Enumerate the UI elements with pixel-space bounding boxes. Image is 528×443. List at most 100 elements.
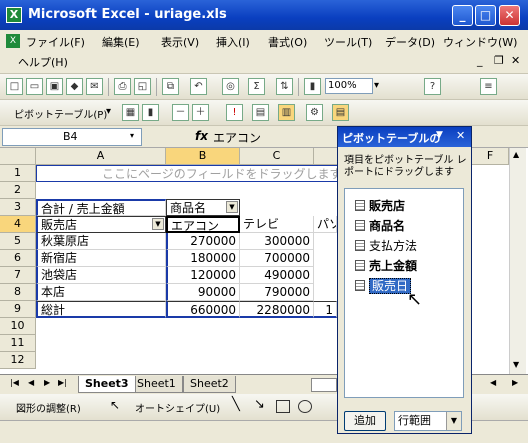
format-report-icon[interactable]: ▦ — [122, 104, 139, 121]
sheet-tab[interactable]: Sheet2 — [183, 376, 236, 393]
column-header-a[interactable]: A — [36, 148, 166, 165]
email-icon[interactable]: ✉ — [86, 78, 103, 95]
field-item[interactable]: 商品名 — [355, 217, 405, 234]
area-select-dropdown-icon[interactable]: ▼ — [446, 412, 461, 430]
cell-a6[interactable]: 新宿店 — [36, 250, 166, 267]
spreadsheet-grid[interactable]: A B C D 1 2 3 4 5 6 7 8 9 10 11 12 ここにペー… — [0, 148, 337, 374]
add-to-button[interactable]: 追加 — [344, 411, 386, 431]
area-select[interactable]: 行範囲 ▼ — [394, 411, 462, 431]
row-header[interactable]: 4 — [0, 216, 36, 233]
name-box[interactable]: B4 — [2, 128, 142, 146]
formula-input[interactable]: エアコン — [213, 129, 261, 146]
show-detail-icon[interactable]: ＋ — [192, 104, 209, 121]
column-header-d[interactable]: D — [314, 148, 337, 165]
cell-d4[interactable]: パソ — [314, 216, 337, 233]
maximize-button[interactable]: □ — [475, 5, 496, 26]
panel-close-icon[interactable]: ✕ — [456, 129, 465, 142]
field-list-icon[interactable]: ▤ — [332, 104, 349, 121]
scroll-right-icon[interactable]: ▶ — [512, 378, 518, 387]
column-header-c[interactable]: C — [240, 148, 314, 165]
row-field-dropdown-icon[interactable]: ▼ — [152, 218, 164, 230]
row-header[interactable]: 3 — [0, 199, 36, 216]
first-sheet-icon[interactable]: |◀ — [10, 378, 19, 387]
row-header[interactable]: 7 — [0, 267, 36, 284]
copy-icon[interactable]: ⧉ — [162, 78, 179, 95]
help-icon[interactable]: ? — [424, 78, 441, 95]
scroll-left-icon[interactable]: ◀ — [490, 378, 496, 387]
pivot-panel-title-bar[interactable]: ピボットテーブルの ▼ ✕ — [338, 127, 471, 147]
cell-b9[interactable]: 660000 — [166, 301, 240, 318]
data-field-label[interactable]: 合計 / 売上金額 — [36, 199, 166, 216]
cell-d9[interactable]: 1 — [314, 301, 337, 318]
oval-icon[interactable] — [298, 400, 312, 413]
menu-edit[interactable]: 編集(E) — [102, 34, 140, 50]
undo-icon[interactable]: ↶ — [190, 78, 207, 95]
chart-wizard-icon[interactable]: ▮ — [304, 78, 321, 95]
cell-c7[interactable]: 490000 — [240, 267, 314, 284]
menu-insert[interactable]: 挿入(I) — [216, 34, 250, 50]
horizontal-scrollbar[interactable] — [311, 378, 337, 392]
select-all-corner[interactable] — [0, 148, 36, 165]
insert-function-icon[interactable]: fx — [195, 129, 208, 143]
row-header[interactable]: 5 — [0, 233, 36, 250]
print-icon[interactable]: ⎙ — [114, 78, 131, 95]
zoom-dropdown-icon[interactable]: ▾ — [374, 80, 379, 91]
cell-a8[interactable]: 本店 — [36, 284, 166, 301]
last-sheet-icon[interactable]: ▶| — [58, 378, 67, 387]
line-icon[interactable]: ╲ — [232, 397, 240, 412]
pivot-menu[interactable]: ピボットテーブル(P) — [14, 106, 107, 121]
always-display-icon[interactable]: ▥ — [278, 104, 295, 121]
next-sheet-icon[interactable]: ▶ — [44, 378, 50, 387]
cell-b7[interactable]: 120000 — [166, 267, 240, 284]
row-header[interactable]: 6 — [0, 250, 36, 267]
doc-restore-icon[interactable]: ❐ — [494, 54, 504, 67]
row-header[interactable]: 8 — [0, 284, 36, 301]
row-field-label[interactable]: 販売店 — [36, 216, 166, 233]
panel-options-icon[interactable]: ▼ — [436, 130, 443, 140]
menu-help[interactable]: ヘルプ(H) — [18, 54, 68, 70]
pivot-field-list[interactable]: 販売店 商品名 支払方法 売上金額 販売日 ↖ — [344, 188, 464, 398]
field-item-selected[interactable]: 販売日 — [355, 277, 412, 294]
menu-data[interactable]: データ(D) — [385, 34, 435, 50]
row-header[interactable]: 2 — [0, 182, 36, 199]
cell-a7[interactable]: 池袋店 — [36, 267, 166, 284]
scroll-up-icon[interactable]: ▲ — [513, 150, 519, 159]
minimize-button[interactable]: _ — [452, 5, 473, 26]
close-button[interactable]: ✕ — [499, 5, 520, 26]
zoom-select[interactable]: 100% — [325, 78, 373, 94]
row-header[interactable]: 10 — [0, 318, 36, 335]
hide-detail-icon[interactable]: － — [172, 104, 189, 121]
autoshape-menu[interactable]: オートシェイプ(U) — [135, 400, 220, 415]
field-item[interactable]: 支払方法 — [355, 237, 417, 254]
row-header[interactable]: 12 — [0, 352, 36, 369]
row-header[interactable]: 1 — [0, 165, 36, 182]
refresh-data-icon[interactable]: ! — [226, 104, 243, 121]
cell-a9[interactable]: 総計 — [36, 301, 166, 318]
name-box-dropdown-icon[interactable]: ▾ — [130, 131, 134, 140]
pivot-menu-dropdown-icon[interactable]: ▾ — [106, 106, 111, 117]
cell-c5[interactable]: 300000 — [240, 233, 314, 250]
cell-c9[interactable]: 2280000 — [240, 301, 314, 318]
doc-minimize-icon[interactable]: _ — [477, 54, 483, 67]
hyperlink-icon[interactable]: ◎ — [222, 78, 239, 95]
save-icon[interactable]: ▣ — [46, 78, 63, 95]
selected-cell-b4[interactable]: エアコン — [166, 216, 240, 233]
column-header-f[interactable]: F — [472, 148, 509, 165]
row-header[interactable]: 11 — [0, 335, 36, 352]
open-icon[interactable]: ▭ — [26, 78, 43, 95]
excel-doc-icon[interactable]: X — [6, 34, 20, 48]
sheet-tab-active[interactable]: Sheet3 — [78, 376, 136, 393]
cell-b6[interactable]: 180000 — [166, 250, 240, 267]
menu-view[interactable]: 表示(V) — [161, 34, 199, 50]
new-icon[interactable]: □ — [6, 78, 23, 95]
menu-tools[interactable]: ツール(T) — [324, 34, 372, 50]
doc-close-icon[interactable]: ✕ — [511, 54, 520, 67]
scroll-down-icon[interactable]: ▼ — [513, 360, 519, 369]
column-field-dropdown-icon[interactable]: ▼ — [226, 201, 238, 213]
row-header[interactable]: 9 — [0, 301, 36, 318]
column-header-b[interactable]: B — [166, 148, 240, 165]
sort-ascending-icon[interactable]: ⇅ — [276, 78, 293, 95]
pivot-chart-icon[interactable]: ▮ — [142, 104, 159, 121]
select-objects-icon[interactable]: ↖ — [110, 398, 120, 412]
menu-format[interactable]: 書式(O) — [268, 34, 307, 50]
